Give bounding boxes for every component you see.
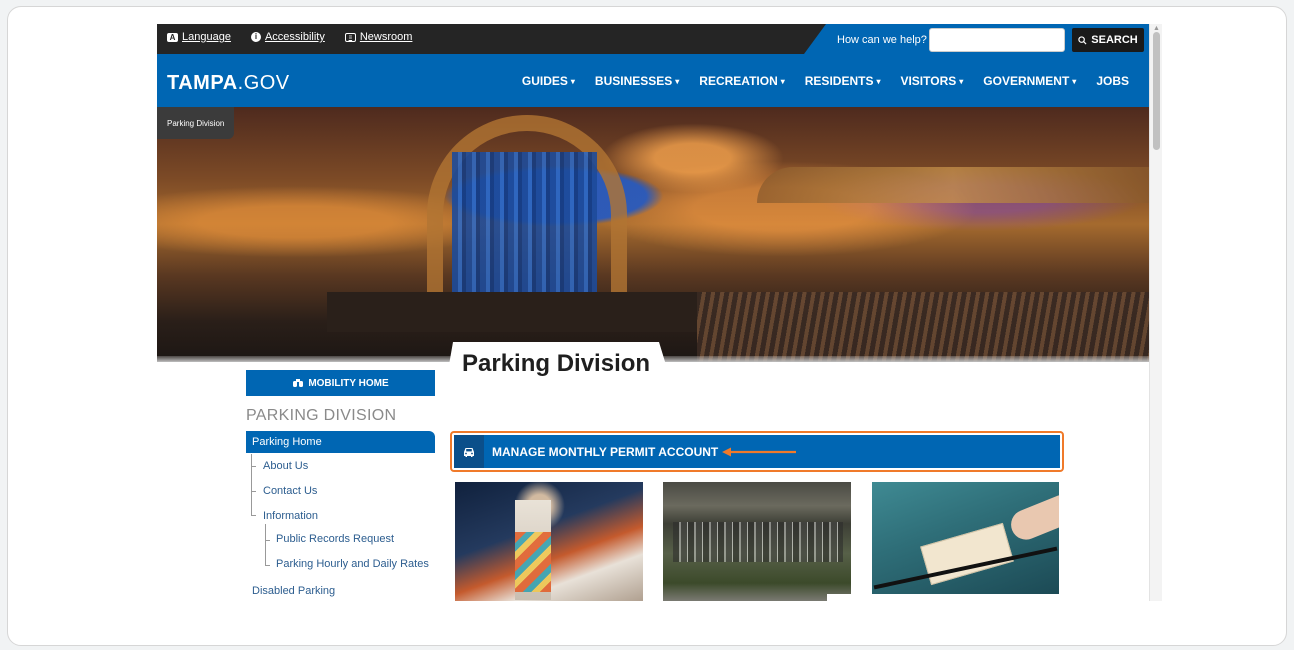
logo-bold: TAMPA bbox=[167, 72, 238, 94]
sidebar-item-about-us[interactable]: About Us bbox=[263, 460, 308, 472]
card-parking-lot-image[interactable] bbox=[663, 482, 851, 601]
caret-down-icon: ▾ bbox=[1072, 77, 1077, 86]
binoculars-icon bbox=[293, 379, 304, 387]
caret-down-icon: ▾ bbox=[780, 77, 785, 86]
nav-label: GUIDES bbox=[521, 74, 568, 88]
hero-theater-image bbox=[157, 107, 1149, 362]
nav-jobs[interactable]: JOBS bbox=[1096, 74, 1129, 88]
hero-balcony bbox=[757, 167, 1149, 203]
nav-guides[interactable]: GUIDES ▾ bbox=[522, 74, 575, 88]
hand-shape bbox=[1006, 493, 1059, 545]
nav-label: BUSINESSES bbox=[594, 74, 673, 88]
page-edge bbox=[827, 594, 1162, 601]
garage-art bbox=[515, 532, 551, 592]
sidebar-item-disabled-parking[interactable]: Disabled Parking bbox=[252, 585, 335, 597]
scroll-up-icon[interactable]: ▲ bbox=[1153, 25, 1160, 32]
caret-down-icon: ▾ bbox=[675, 77, 680, 86]
help-label: How can we help? bbox=[837, 34, 927, 46]
tree-tick bbox=[251, 515, 256, 516]
nav-government[interactable]: GOVERNMENT ▾ bbox=[983, 74, 1076, 88]
hero-stage bbox=[327, 292, 707, 332]
car-icon bbox=[454, 435, 484, 468]
page-title: Parking Division bbox=[462, 350, 651, 377]
caret-down-icon: ▾ bbox=[959, 77, 964, 86]
tree-tick bbox=[251, 491, 256, 492]
language-label: Language bbox=[182, 31, 231, 43]
manage-permit-label: MANAGE MONTHLY PERMIT ACCOUNT bbox=[492, 444, 719, 459]
nav-businesses[interactable]: BUSINESSES ▾ bbox=[595, 74, 679, 88]
nav-label: RESIDENTS bbox=[804, 74, 874, 88]
nav-visitors[interactable]: VISITORS ▾ bbox=[900, 74, 963, 88]
logo-rest: .GOV bbox=[237, 72, 290, 94]
tree-line bbox=[265, 524, 266, 565]
language-icon: A bbox=[167, 32, 178, 42]
nav-residents[interactable]: RESIDENTS ▾ bbox=[805, 74, 881, 88]
newsroom-label: Newsroom bbox=[359, 31, 413, 43]
accessibility-label: Accessibility bbox=[264, 31, 325, 43]
browser-viewport: A Language i Accessibility ≡ Newsroom Ho… bbox=[157, 24, 1162, 601]
tree-tick bbox=[251, 466, 256, 467]
utility-bar: A Language i Accessibility ≡ Newsroom Ho… bbox=[157, 24, 1149, 54]
manage-permit-button[interactable]: MANAGE MONTHLY PERMIT ACCOUNT bbox=[454, 435, 1060, 468]
page-scrollbar[interactable]: ▲ bbox=[1149, 24, 1162, 601]
hero-seats bbox=[697, 292, 1149, 362]
search-button-label: SEARCH bbox=[1091, 34, 1138, 46]
language-link[interactable]: A Language bbox=[167, 31, 231, 43]
nav-menu: GUIDES ▾ BUSINESSES ▾ RECREATION ▾ RESIDENT… bbox=[522, 74, 1129, 88]
scroll-thumb[interactable] bbox=[1153, 32, 1160, 150]
nav-label: JOBS bbox=[1096, 74, 1129, 88]
newsroom-icon: ≡ bbox=[344, 32, 356, 42]
sidebar-heading: PARKING DIVISION bbox=[246, 407, 397, 424]
utility-links: A Language i Accessibility ≡ Newsroom bbox=[167, 31, 412, 43]
nav-label: RECREATION bbox=[699, 74, 778, 88]
search-icon bbox=[1078, 35, 1087, 45]
sidebar-item-parking-home[interactable]: Parking Home bbox=[246, 431, 435, 453]
nav-recreation[interactable]: RECREATION ▾ bbox=[699, 74, 784, 88]
newsroom-link[interactable]: ≡ Newsroom bbox=[344, 31, 413, 43]
accessibility-link[interactable]: i Accessibility bbox=[250, 31, 325, 43]
card-garage-image[interactable] bbox=[455, 482, 643, 601]
breadcrumb[interactable]: Parking Division bbox=[157, 107, 235, 139]
parking-lot-rows bbox=[673, 522, 843, 562]
main-nav: TAMPA.GOV GUIDES ▾ BUSINESSES ▾ RECREATION… bbox=[157, 54, 1149, 107]
nav-label: GOVERNMENT bbox=[983, 74, 1070, 88]
tree-line bbox=[251, 454, 252, 516]
caret-down-icon: ▾ bbox=[570, 77, 575, 86]
sidebar-item-contact-us[interactable]: Contact Us bbox=[263, 485, 317, 497]
nav-label: VISITORS bbox=[900, 74, 957, 88]
site-logo[interactable]: TAMPA.GOV bbox=[167, 72, 290, 95]
card-parking-ticket-image[interactable] bbox=[872, 482, 1059, 594]
accessibility-icon: i bbox=[250, 32, 261, 42]
search-button[interactable]: SEARCH bbox=[1072, 28, 1144, 52]
tree-tick bbox=[265, 540, 270, 541]
hero-curtain bbox=[452, 152, 597, 294]
screenshot-frame: A Language i Accessibility ≡ Newsroom Ho… bbox=[7, 6, 1287, 646]
mobility-home-button[interactable]: MOBILITY HOME bbox=[246, 370, 435, 396]
arrow-left-icon bbox=[722, 447, 797, 456]
mobility-home-label: MOBILITY HOME bbox=[308, 377, 389, 389]
sidebar-item-hourly-rates[interactable]: Parking Hourly and Daily Rates bbox=[276, 558, 429, 570]
sidebar-item-information[interactable]: Information bbox=[263, 510, 318, 522]
tree-tick bbox=[265, 565, 270, 566]
caret-down-icon: ▾ bbox=[876, 77, 881, 86]
sidebar-item-public-records[interactable]: Public Records Request bbox=[276, 533, 394, 545]
search-input[interactable] bbox=[929, 28, 1065, 52]
